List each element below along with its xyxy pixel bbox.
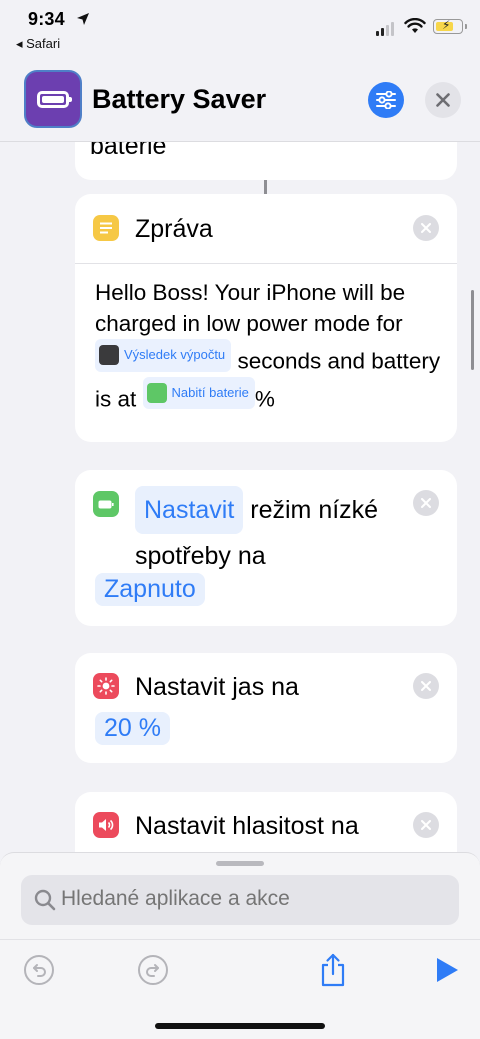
play-icon [437,958,458,982]
close-icon [436,93,450,107]
variable-token-label: Výsledek výpočtu [124,347,226,362]
action-card-message[interactable]: Zpráva Hello Boss! Your iPhone will be c… [75,194,457,442]
share-button[interactable] [316,953,350,987]
home-indicator[interactable] [155,1023,325,1029]
sliders-icon [376,91,396,109]
remove-action-button[interactable] [413,215,439,241]
back-to-safari-link[interactable]: ◂ Safari [16,36,60,52]
search-icon [34,889,56,911]
message-card-title: Zpráva [135,215,213,243]
calculator-icon [99,345,119,366]
close-icon [421,681,431,691]
search-input[interactable] [61,887,441,911]
battery-icon[interactable] [24,70,82,128]
message-text-field[interactable]: Hello Boss! Your iPhone will be charged … [95,278,443,415]
divider [75,263,457,264]
redo-button[interactable] [136,953,170,987]
action-card-partial[interactable]: baterie [75,142,457,180]
brightness-action-text: Nastavit jas na [135,673,299,701]
battery-icon [93,491,119,517]
remove-action-button[interactable] [413,673,439,699]
wifi-icon [404,18,426,33]
low-power-action-text: Nastavit režim nízké spotřeby na [135,486,435,578]
actions-list[interactable]: baterie Zpráva Hello Boss! Your iPhone w… [0,142,480,852]
settings-button[interactable] [368,82,404,118]
flow-connector [264,180,267,194]
variable-token-battery-level[interactable]: Nabití baterie [142,376,255,410]
action-card-brightness[interactable]: Nastavit jas na 20 % [75,653,457,763]
run-button[interactable] [430,953,464,987]
message-text: % [254,386,275,411]
battery-icon [146,383,167,403]
undo-button[interactable] [22,953,56,987]
panel-grabber[interactable] [216,861,264,866]
message-text: Hello Boss! Your iPhone will be charged … [95,280,406,336]
set-action-token[interactable]: Nastavit [135,486,244,534]
status-time: 9:34 [28,9,65,29]
action-card-volume[interactable]: Nastavit hlasitost na [75,792,457,852]
undo-icon [24,955,54,985]
close-icon [421,820,431,830]
share-icon [321,953,345,987]
variable-token-label: Nabití baterie [171,384,249,400]
shortcut-header: Battery Saver [0,60,480,142]
battery-status-icon: ⚡ [433,18,467,34]
variable-token-calculation[interactable]: Výsledek výpočtu [95,339,232,372]
redo-icon [138,955,168,985]
low-power-value-token[interactable]: Zapnuto [95,573,205,606]
divider [0,939,480,940]
speaker-icon [93,812,119,838]
text-note-icon [93,215,119,241]
cellular-signal-icon [376,22,394,36]
close-icon [421,498,431,508]
action-card-low-power[interactable]: Nastavit režim nízké spotřeby na Zapnuto [75,470,457,626]
actions-search-panel [0,852,480,1039]
shortcut-title: Battery Saver [92,84,267,114]
close-icon [421,223,431,233]
location-arrow-icon [77,13,89,25]
remove-action-button[interactable] [413,812,439,838]
brightness-icon [93,673,119,699]
scroll-indicator[interactable] [471,290,474,370]
search-field[interactable] [21,875,459,925]
remove-action-button[interactable] [413,490,439,516]
close-button[interactable] [425,82,461,118]
volume-action-text: Nastavit hlasitost na [135,812,359,840]
brightness-value-token[interactable]: 20 % [95,712,170,745]
partial-card-text: baterie [90,142,167,160]
status-bar: 9:34 ◂ Safari ⚡ [0,0,480,60]
